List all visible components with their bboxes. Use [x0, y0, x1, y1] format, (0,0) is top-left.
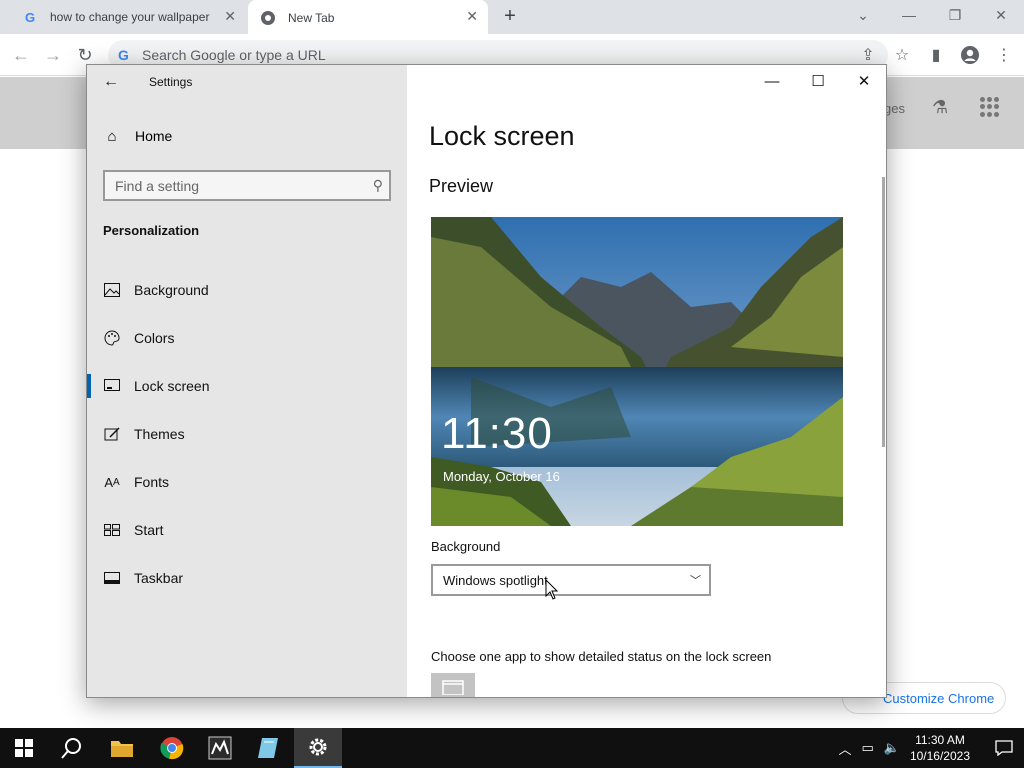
background-label: Background	[431, 539, 501, 554]
lock-screen-icon	[103, 377, 121, 395]
images-link[interactable]: ges	[884, 101, 905, 116]
system-tray: ︿ ▭ 🔈 11:30 AM 10/16/2023	[838, 728, 1024, 768]
category-title: Personalization	[103, 223, 200, 238]
menu-icon[interactable]: ⋮	[994, 44, 1014, 66]
start-button[interactable]	[0, 728, 48, 768]
volume-icon[interactable]: 🔈	[884, 740, 900, 756]
preview-heading: Preview	[429, 176, 494, 196]
side-panel-icon[interactable]: ▮	[926, 44, 946, 66]
calendar-app-tile[interactable]	[431, 673, 475, 697]
address-bar-placeholder: Search Google or type a URL	[142, 47, 326, 63]
chrome-icon	[160, 737, 184, 760]
settings-window: ← Settings ⌂ Home Find a setting ⚲ Perso…	[86, 64, 887, 698]
labs-icon[interactable]: ⚗	[932, 97, 954, 121]
minimize-icon[interactable]: —	[886, 0, 932, 30]
sidebar-item-themes[interactable]: Themes	[87, 411, 407, 457]
sidebar-item-background[interactable]: Background	[87, 267, 407, 313]
taskbar: ︿ ▭ 🔈 11:30 AM 10/16/2023	[0, 728, 1024, 768]
tab-search-icon[interactable]: ⌄	[840, 0, 886, 30]
sidebar-item-fonts[interactable]: AA Fonts	[87, 459, 407, 505]
status-app-text: Choose one app to show detailed status o…	[431, 649, 772, 664]
clock-time: 11:30 AM	[915, 733, 965, 747]
sidebar-item-lock-screen[interactable]: Lock screen	[87, 363, 407, 409]
back-arrow-icon[interactable]: ←	[103, 73, 119, 91]
find-setting-input[interactable]: Find a setting ⚲	[103, 170, 391, 201]
app-button[interactable]	[196, 728, 244, 768]
sidebar-item-taskbar[interactable]: Taskbar	[87, 555, 407, 601]
notes-button[interactable]	[244, 728, 292, 768]
customize-chrome-label: Customize Chrome	[883, 690, 995, 706]
file-explorer-icon	[111, 741, 133, 757]
close-icon[interactable]: ✕	[466, 8, 478, 25]
close-icon[interactable]: ✕	[853, 71, 875, 93]
windows-start-icon	[15, 739, 33, 757]
minimize-icon[interactable]: —	[761, 71, 783, 93]
scrollbar[interactable]	[882, 177, 885, 447]
brush-icon	[103, 425, 121, 443]
toolbar-icons: ⇪ ☆ ▮ ⋮	[858, 44, 1014, 66]
tab-title: New Tab	[288, 11, 335, 25]
back-icon[interactable]: ←	[10, 44, 32, 66]
palette-icon	[103, 329, 121, 347]
sidebar-item-start[interactable]: Start	[87, 507, 407, 553]
chrome-icon	[260, 10, 276, 26]
network-icon[interactable]: ▭	[861, 740, 873, 756]
settings-content: — ☐ ✕ Lock screen Preview 11:30 Monday, …	[407, 65, 886, 697]
search-button[interactable]	[48, 728, 96, 768]
background-dropdown[interactable]: Windows spotlight ﹀	[431, 564, 711, 596]
tab-new-tab[interactable]: New Tab ✕	[248, 0, 488, 36]
google-icon: G	[24, 9, 36, 25]
notes-icon	[258, 738, 278, 758]
window-title: Settings	[149, 75, 193, 89]
taskbar-clock[interactable]: 11:30 AM 10/16/2023	[910, 732, 970, 764]
tab-strip: G how to change your wallpaper ✕ New Tab…	[0, 0, 1024, 36]
google-icon: G	[118, 47, 129, 63]
font-icon: AA	[104, 474, 120, 490]
home-nav-item[interactable]: ⌂ Home	[103, 127, 172, 145]
file-explorer-button[interactable]	[98, 728, 146, 768]
app-icon	[208, 736, 232, 760]
calendar-icon	[442, 680, 464, 695]
action-center-icon[interactable]	[984, 728, 1024, 768]
close-icon[interactable]: ✕	[224, 8, 236, 25]
restore-icon[interactable]: ❐	[932, 0, 978, 30]
maximize-icon[interactable]: ☐	[807, 71, 829, 93]
chevron-down-icon: ﹀	[690, 575, 701, 587]
forward-icon[interactable]: →	[42, 44, 64, 66]
reload-icon[interactable]: ↻	[74, 44, 96, 66]
taskbar-icon	[103, 569, 121, 587]
bookmark-star-icon[interactable]: ☆	[892, 44, 912, 66]
settings-button[interactable]	[294, 728, 342, 768]
profile-icon[interactable]	[960, 44, 980, 66]
preview-date: Monday, October 16	[443, 469, 560, 484]
search-icon	[61, 738, 81, 759]
share-icon[interactable]: ⇪	[858, 44, 878, 66]
background-dropdown-value: Windows spotlight	[443, 572, 548, 588]
tab-wallpaper-search[interactable]: G how to change your wallpaper ✕	[8, 0, 246, 34]
preview-time: 11:30	[441, 409, 553, 458]
mouse-cursor-icon	[545, 579, 559, 600]
chrome-button[interactable]	[148, 728, 196, 768]
browser-window-controls: ⌄ — ❐ ✕	[840, 0, 1024, 30]
clock-date: 10/16/2023	[909, 749, 970, 763]
home-icon: ⌂	[107, 127, 117, 145]
sidebar-item-colors[interactable]: Colors	[87, 315, 407, 361]
chevron-up-icon[interactable]: ︿	[838, 739, 851, 758]
page-title: Lock screen	[429, 121, 575, 151]
active-indicator	[87, 374, 91, 398]
settings-icon	[309, 738, 327, 756]
home-label: Home	[135, 128, 173, 144]
picture-icon	[103, 281, 121, 299]
tab-title: how to change your wallpaper	[50, 10, 210, 24]
settings-sidebar: ← Settings ⌂ Home Find a setting ⚲ Perso…	[87, 65, 407, 697]
search-placeholder: Find a setting	[115, 177, 200, 194]
search-icon: ⚲	[372, 177, 383, 193]
close-icon[interactable]: ✕	[978, 0, 1024, 30]
lock-screen-preview: 11:30 Monday, October 16	[431, 217, 843, 526]
start-icon	[103, 521, 121, 539]
new-tab-button[interactable]: +	[499, 5, 521, 27]
google-apps-icon[interactable]	[980, 97, 1000, 117]
